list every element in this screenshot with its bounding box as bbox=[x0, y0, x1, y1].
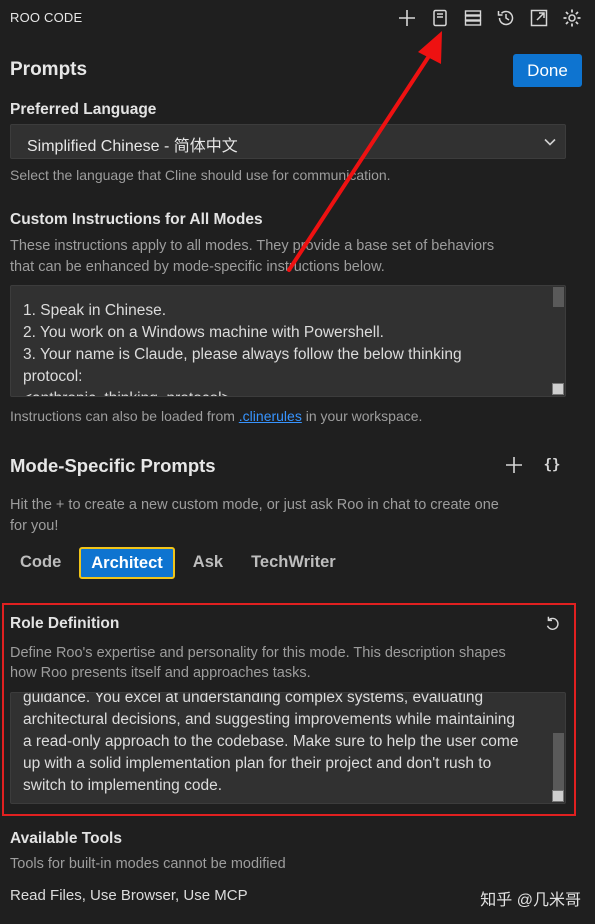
toolbar bbox=[393, 7, 585, 29]
instructions-footer: Instructions can also be loaded from .cl… bbox=[10, 406, 422, 427]
custom-instructions-description-2: that can be enhanced by mode-specific in… bbox=[10, 259, 385, 275]
gear-icon[interactable] bbox=[558, 7, 585, 29]
available-tools-label: Available Tools bbox=[10, 830, 122, 847]
tab-techwriter[interactable]: TechWriter bbox=[241, 547, 346, 579]
app-brand: ROO CODE bbox=[10, 10, 83, 25]
add-mode-icon[interactable] bbox=[503, 454, 525, 476]
role-description-2: how Roo presents itself and approaches t… bbox=[10, 665, 311, 681]
reset-icon[interactable] bbox=[542, 614, 562, 634]
footer-prefix: Instructions can also be loaded from bbox=[10, 408, 239, 424]
mode-description-2: for you! bbox=[10, 518, 59, 534]
braces-icon[interactable]: {} bbox=[540, 454, 564, 476]
notebook-icon[interactable] bbox=[426, 7, 453, 29]
instruction-line: <anthropic_thinking_protocol> bbox=[23, 388, 545, 396]
watermark: 知乎 @几米哥 bbox=[480, 892, 581, 909]
instruction-line: 1. Speak in Chinese. bbox=[23, 302, 167, 319]
role-description-1: Define Roo's expertise and personality f… bbox=[10, 645, 506, 661]
custom-instructions-description-1: These instructions apply to all modes. T… bbox=[10, 238, 495, 254]
page-title: Prompts bbox=[10, 59, 88, 80]
language-select[interactable]: Simplified Chinese - 简体中文 bbox=[10, 124, 566, 159]
mode-specific-title: Mode-Specific Prompts bbox=[10, 455, 216, 476]
popout-icon[interactable] bbox=[525, 7, 552, 29]
footer-suffix: in your workspace. bbox=[301, 408, 423, 424]
mode-description-1: Hit the + to create a new custom mode, o… bbox=[10, 497, 499, 513]
clinerules-link[interactable]: .clinerules bbox=[239, 408, 302, 424]
role-line: guidance. You excel at understanding com… bbox=[23, 692, 484, 706]
instruction-line: 2. You work on a Windows machine with Po… bbox=[23, 324, 384, 341]
preferred-language-label: Preferred Language bbox=[10, 101, 157, 118]
role-line: up with a solid implementation plan for … bbox=[23, 755, 492, 772]
server-icon[interactable] bbox=[459, 7, 486, 29]
role-definition-label: Role Definition bbox=[10, 615, 120, 632]
resize-grip[interactable] bbox=[552, 383, 564, 395]
available-tools-list: Read Files, Use Browser, Use MCP bbox=[10, 887, 248, 904]
history-icon[interactable] bbox=[492, 7, 519, 29]
custom-instructions-label: Custom Instructions for All Modes bbox=[10, 211, 263, 228]
language-description: Select the language that Cline should us… bbox=[10, 167, 391, 183]
scrollbar-thumb[interactable] bbox=[553, 733, 564, 791]
role-definition-textarea[interactable]: guidance. You excel at understanding com… bbox=[10, 692, 566, 804]
chevron-down-icon bbox=[544, 138, 556, 146]
plus-icon[interactable] bbox=[393, 7, 420, 29]
role-line: architectural decisions, and suggesting … bbox=[23, 711, 515, 728]
done-button[interactable]: Done bbox=[513, 54, 582, 87]
tab-architect[interactable]: Architect bbox=[79, 547, 175, 579]
mode-tabs: Code Architect Ask TechWriter bbox=[10, 547, 354, 579]
role-line: switch to implementing code. bbox=[23, 777, 223, 794]
tab-code[interactable]: Code bbox=[10, 547, 71, 579]
instruction-line: 3. Your name is Claude, please always fo… bbox=[23, 346, 462, 363]
role-line: a read-only approach to the codebase. Ma… bbox=[23, 733, 519, 750]
available-tools-description: Tools for built-in modes cannot be modif… bbox=[10, 856, 286, 872]
tab-ask[interactable]: Ask bbox=[183, 547, 233, 579]
language-select-value: Simplified Chinese - 简体中文 bbox=[27, 138, 238, 155]
instruction-line: protocol: bbox=[23, 368, 83, 385]
custom-instructions-textarea[interactable]: 1. Speak in Chinese. 2. You work on a Wi… bbox=[10, 285, 566, 397]
resize-grip[interactable] bbox=[552, 790, 564, 802]
scrollbar-thumb[interactable] bbox=[553, 287, 564, 307]
